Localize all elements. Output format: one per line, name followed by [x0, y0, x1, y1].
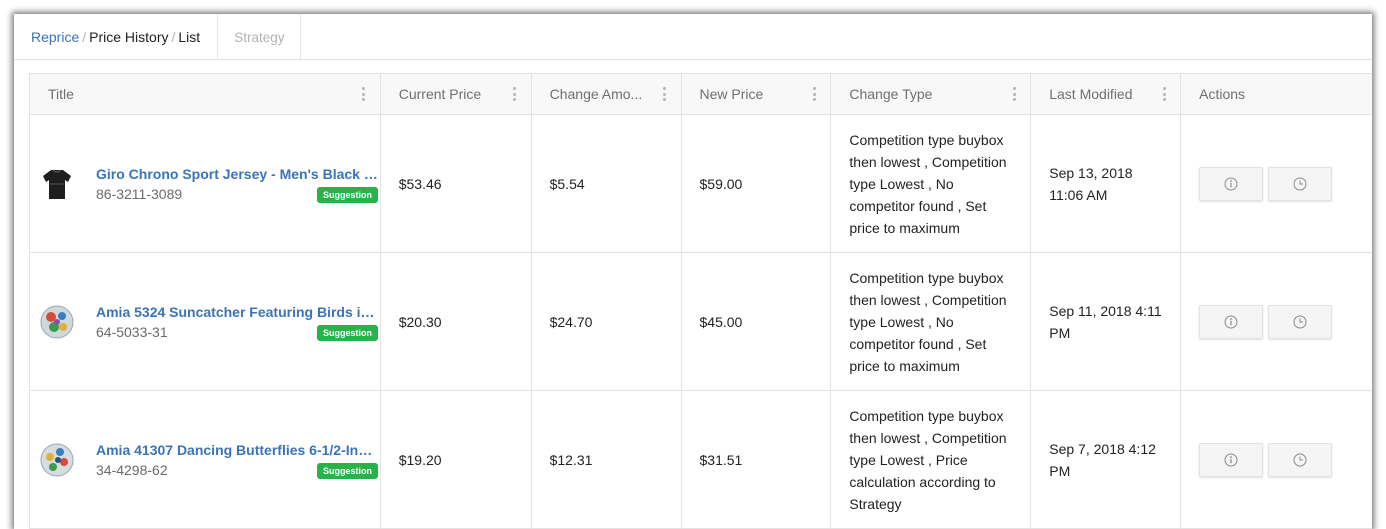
- info-button[interactable]: [1199, 304, 1264, 339]
- tab-strategy[interactable]: Strategy: [218, 14, 302, 60]
- product-title-link[interactable]: Amia 5324 Suncatcher Featuring Birds in …: [96, 304, 378, 320]
- breadcrumb-separator: /: [82, 29, 87, 45]
- title-block: Amia 41307 Dancing Butterflies 6-1/2-Inc…: [96, 442, 378, 479]
- title-block: Giro Chrono Sport Jersey - Men's Black R…: [96, 166, 378, 203]
- current-price-cell: $53.46: [381, 115, 532, 252]
- column-header-change-type[interactable]: Change Type: [831, 74, 1032, 114]
- info-button[interactable]: [1199, 166, 1264, 201]
- table-row: Amia 41307 Dancing Butterflies 6-1/2-Inc…: [30, 391, 1372, 529]
- column-menu-icon[interactable]: [1162, 87, 1166, 101]
- app-window: Reprice / Price History / List Strategy …: [14, 14, 1372, 529]
- info-icon: [1224, 315, 1238, 328]
- title-cell: Giro Chrono Sport Jersey - Men's Black R…: [30, 115, 381, 252]
- actions-cell: [1181, 115, 1372, 252]
- clock-icon: [1293, 315, 1307, 328]
- last-modified-cell: Sep 7, 2018 4:12 PM: [1031, 391, 1182, 528]
- actions-cell: [1181, 391, 1372, 528]
- clock-icon: [1293, 177, 1307, 190]
- price-history-table: Title Current Price Change Amo... New Pr…: [29, 73, 1372, 529]
- column-header-last-modified[interactable]: Last Modified: [1031, 74, 1182, 114]
- change-type-cell: Competition type buybox then lowest , Co…: [831, 115, 1032, 252]
- column-header-title[interactable]: Title: [30, 74, 381, 114]
- new-price-cell: $31.51: [682, 391, 832, 528]
- product-title-link[interactable]: Amia 41307 Dancing Butterflies 6-1/2-Inc…: [96, 442, 378, 458]
- breadcrumb-price-history: Price History: [89, 29, 169, 45]
- column-menu-icon[interactable]: [362, 87, 366, 101]
- history-button[interactable]: [1268, 304, 1333, 339]
- breadcrumb-list: List: [178, 29, 201, 45]
- column-menu-icon[interactable]: [513, 87, 517, 101]
- actions-cell: [1181, 253, 1372, 390]
- column-header-label: Last Modified: [1049, 86, 1133, 102]
- change-type-cell: Competition type buybox then lowest , Co…: [831, 253, 1032, 390]
- suggestion-badge: Suggestion: [317, 324, 378, 341]
- last-modified-cell: Sep 11, 2018 4:11 PM: [1031, 253, 1182, 390]
- title-cell: Amia 5324 Suncatcher Featuring Birds in …: [30, 253, 381, 390]
- column-header-label: Current Price: [398, 86, 482, 102]
- suncatcher-butterflies-thumbnail-icon: [40, 443, 74, 476]
- last-modified-cell: Sep 13, 2018 11:06 AM: [1031, 115, 1182, 252]
- column-header-label: Title: [48, 86, 74, 102]
- table-header: Title Current Price Change Amo... New Pr…: [30, 74, 1372, 115]
- clock-icon: [1293, 453, 1307, 466]
- title-block: Amia 5324 Suncatcher Featuring Birds in …: [96, 304, 378, 341]
- breadcrumb-reprice-link[interactable]: Reprice: [31, 29, 79, 45]
- jersey-thumbnail-icon: [43, 169, 71, 199]
- info-icon: [1224, 177, 1238, 190]
- info-button[interactable]: [1199, 442, 1264, 477]
- column-header-new-price[interactable]: New Price: [682, 74, 832, 114]
- history-button[interactable]: [1268, 166, 1333, 201]
- column-header-label: Change Type: [849, 86, 933, 102]
- column-menu-icon[interactable]: [663, 87, 667, 101]
- column-header-change-amount[interactable]: Change Amo...: [532, 74, 682, 114]
- breadcrumb: Reprice / Price History / List: [14, 14, 219, 60]
- info-icon: [1224, 453, 1238, 466]
- new-price-cell: $59.00: [682, 115, 832, 252]
- title-cell: Amia 41307 Dancing Butterflies 6-1/2-Inc…: [30, 391, 381, 528]
- column-header-actions: Actions: [1181, 74, 1372, 114]
- history-button[interactable]: [1268, 442, 1333, 477]
- product-title-link[interactable]: Giro Chrono Sport Jersey - Men's Black R…: [96, 166, 378, 182]
- column-menu-icon[interactable]: [812, 87, 816, 101]
- column-header-current-price[interactable]: Current Price: [381, 74, 532, 114]
- suggestion-badge: Suggestion: [317, 186, 378, 203]
- top-nav: Reprice / Price History / List Strategy: [14, 14, 1372, 60]
- suggestion-badge: Suggestion: [317, 462, 378, 479]
- breadcrumb-separator: /: [171, 29, 176, 45]
- change-type-cell: Competition type buybox then lowest , Co…: [831, 391, 1032, 528]
- column-header-label: Change Amo...: [549, 86, 643, 102]
- table-row: Giro Chrono Sport Jersey - Men's Black R…: [30, 115, 1372, 253]
- column-menu-icon[interactable]: [1012, 87, 1016, 101]
- column-header-label: New Price: [699, 86, 764, 102]
- new-price-cell: $45.00: [682, 253, 832, 390]
- suncatcher-birds-thumbnail-icon: [40, 305, 74, 338]
- change-amount-cell: $24.70: [532, 253, 682, 390]
- current-price-cell: $20.30: [381, 253, 532, 390]
- current-price-cell: $19.20: [381, 391, 532, 528]
- column-header-label: Actions: [1199, 86, 1246, 102]
- change-amount-cell: $5.54: [532, 115, 682, 252]
- change-amount-cell: $12.31: [532, 391, 682, 528]
- table-row: Amia 5324 Suncatcher Featuring Birds in …: [30, 253, 1372, 391]
